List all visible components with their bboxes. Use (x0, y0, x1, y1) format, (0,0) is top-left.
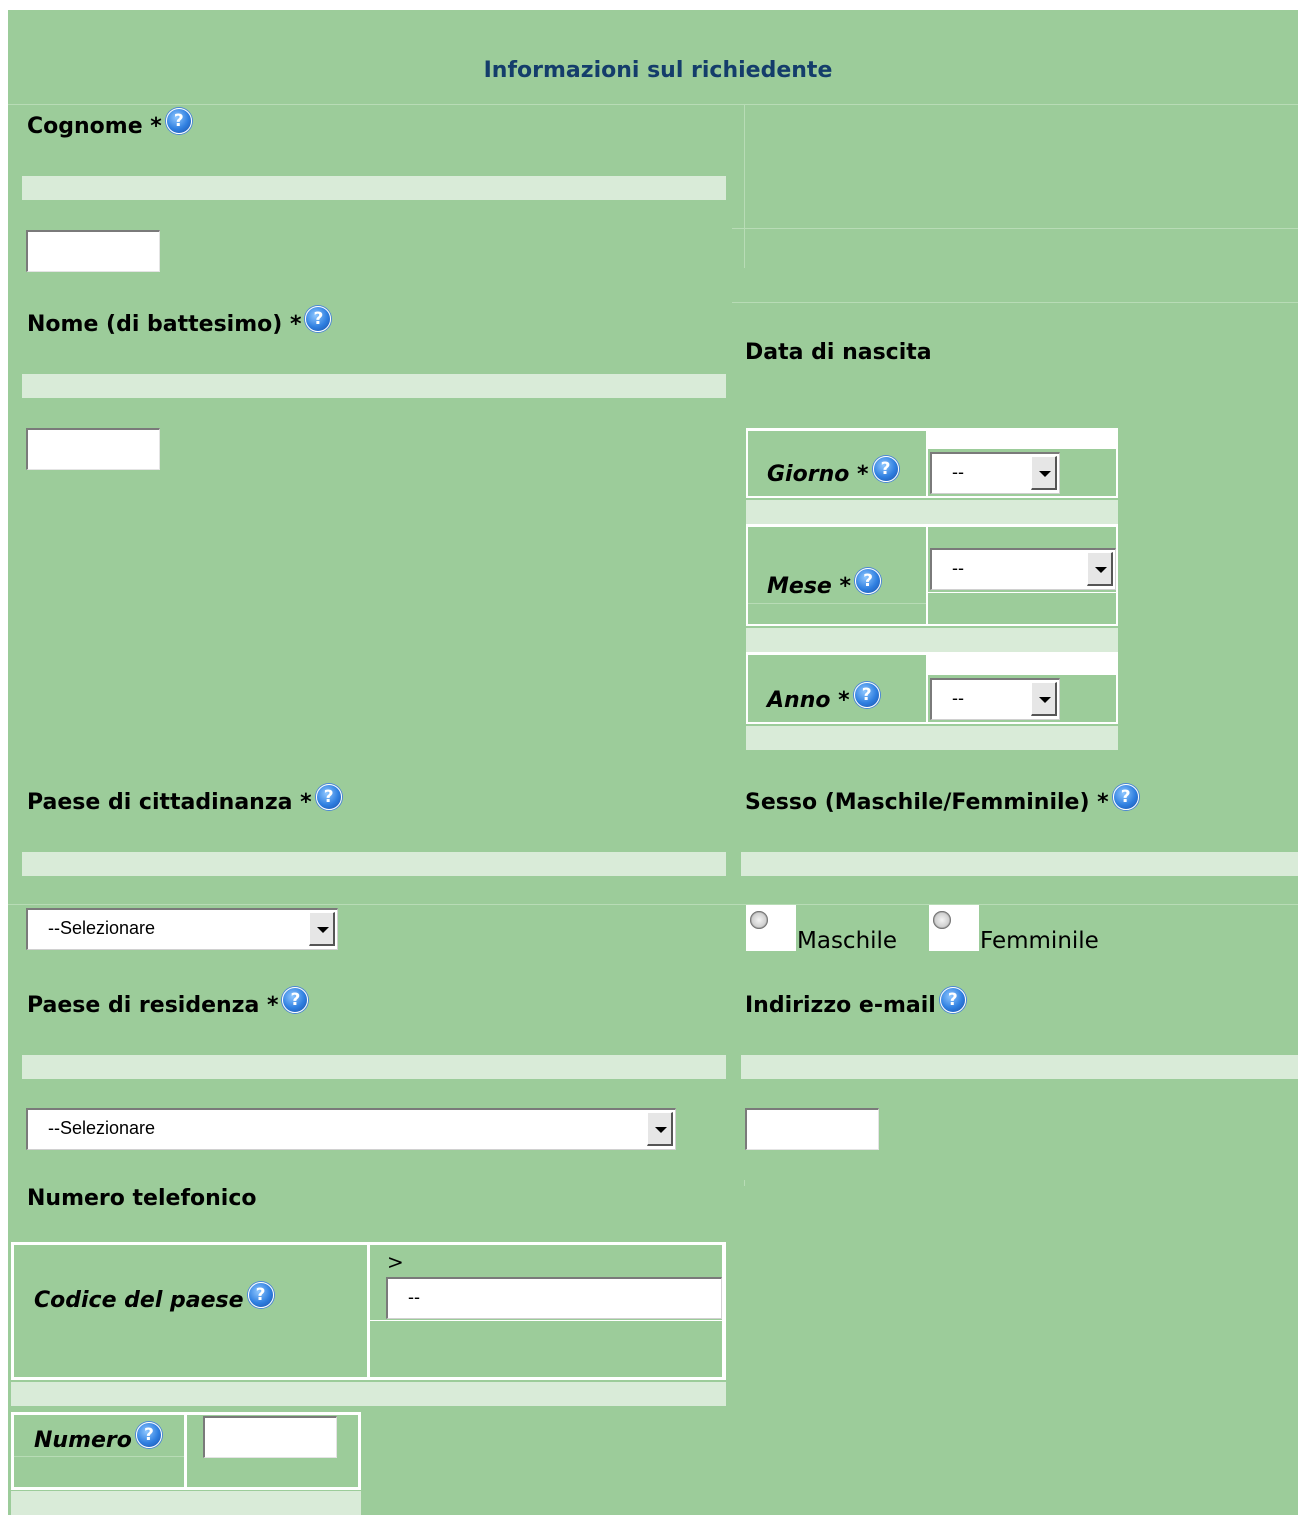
anno-stripe (746, 726, 1118, 750)
radio-dot-icon (933, 911, 951, 929)
femminile-radio[interactable] (929, 905, 979, 951)
mese-select[interactable]: -- (930, 548, 1116, 590)
divider (744, 104, 745, 268)
codice-prefix: > (387, 1250, 404, 1274)
telefono-label: Numero telefonico (27, 1186, 257, 1211)
cognome-input[interactable] (26, 230, 160, 272)
codice-label: Codice del paese? (34, 1282, 274, 1314)
divider (732, 302, 1298, 303)
help-icon[interactable]: ? (853, 682, 880, 708)
cittadinanza-label: Paese di cittadinanza *? (27, 784, 342, 816)
divider (8, 904, 1298, 905)
chevron-down-icon[interactable] (1031, 456, 1057, 490)
numero-input[interactable] (203, 1416, 337, 1458)
anno-label: Anno *? (767, 682, 880, 714)
codice-stripe (11, 1382, 726, 1406)
email-stripe (741, 1055, 1298, 1079)
residenza-stripe (22, 1055, 726, 1079)
help-icon[interactable]: ? (282, 987, 309, 1013)
maschile-radio[interactable] (746, 905, 796, 951)
residenza-select[interactable]: --Selezionare (26, 1108, 676, 1150)
help-icon[interactable]: ? (305, 306, 332, 332)
chevron-down-icon[interactable] (647, 1112, 673, 1146)
email-input[interactable] (745, 1108, 879, 1150)
form-title: Informazioni sul richiedente (483, 58, 833, 83)
data-nascita-label: Data di nascita (745, 340, 932, 365)
residenza-label: Paese di residenza *? (27, 987, 309, 1019)
sesso-stripe (741, 852, 1298, 876)
cognome-stripe (22, 176, 726, 200)
giorno-label: Giorno *? (767, 456, 899, 488)
numero-label: Numero? (34, 1422, 162, 1454)
nome-label: Nome (di battesimo) *? (27, 306, 332, 338)
divider (732, 228, 1298, 229)
divider (370, 1320, 722, 1321)
sesso-label: Sesso (Maschile/Femminile) *? (745, 784, 1139, 816)
codice-select[interactable]: -- (386, 1277, 722, 1319)
nome-stripe (22, 374, 726, 398)
chevron-down-icon[interactable] (1031, 682, 1057, 716)
radio-dot-icon (750, 911, 768, 929)
help-icon[interactable]: ? (939, 987, 966, 1013)
help-icon[interactable]: ? (165, 108, 192, 134)
help-icon[interactable]: ? (855, 568, 881, 594)
email-label: Indirizzo e-mail? (745, 987, 966, 1019)
nome-input[interactable] (26, 428, 160, 470)
anno-select[interactable]: -- (930, 678, 1060, 720)
divider (14, 1456, 184, 1457)
chevron-down-icon[interactable] (309, 912, 335, 946)
help-icon[interactable]: ? (872, 456, 899, 482)
help-icon[interactable]: ? (1112, 784, 1139, 810)
cittadinanza-stripe (22, 852, 726, 876)
help-icon[interactable]: ? (315, 784, 342, 810)
divider (748, 603, 926, 604)
chevron-down-icon[interactable] (1087, 552, 1113, 586)
help-icon[interactable]: ? (247, 1282, 274, 1308)
maschile-label[interactable]: Maschile (797, 928, 897, 954)
giorno-stripe (746, 500, 1118, 524)
mese-label: Mese *? (767, 568, 881, 600)
help-icon[interactable]: ? (135, 1422, 162, 1448)
cittadinanza-select[interactable]: --Selezionare (26, 908, 338, 950)
divider (928, 592, 1116, 593)
divider (744, 1180, 745, 1186)
mese-stripe (746, 628, 1118, 652)
numero-stripe (11, 1491, 361, 1515)
divider (8, 104, 1298, 105)
femminile-label[interactable]: Femminile (980, 928, 1099, 954)
cognome-label: Cognome *? (27, 108, 192, 140)
giorno-select[interactable]: -- (930, 452, 1060, 494)
